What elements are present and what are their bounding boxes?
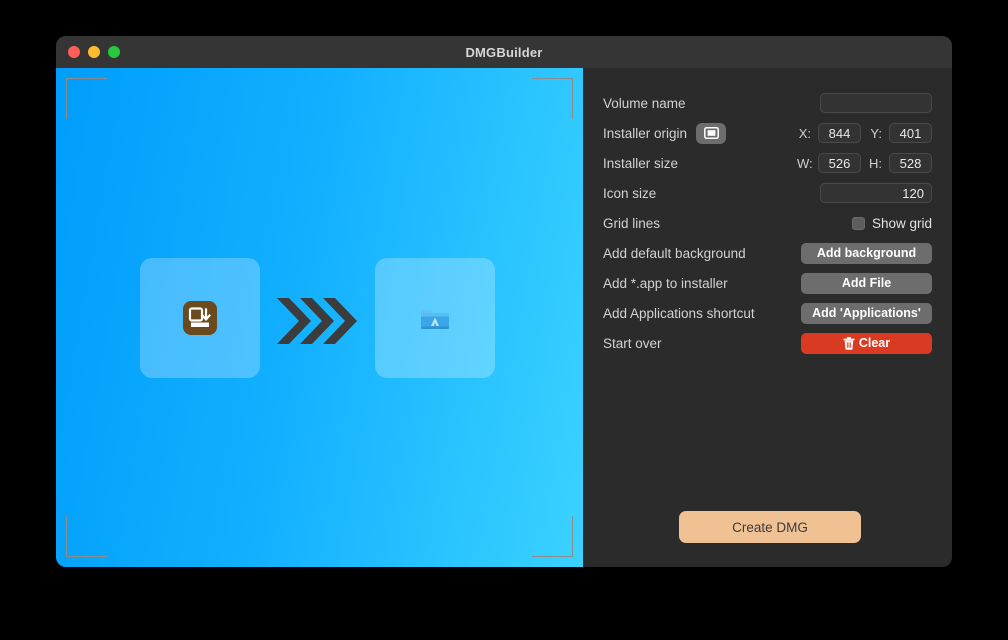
maximize-button[interactable] <box>108 46 120 58</box>
installer-size-label: Installer size <box>603 156 678 171</box>
installer-origin-label: Installer origin <box>603 126 687 141</box>
display-screen-icon <box>704 127 719 139</box>
icon-size-input[interactable]: 120 <box>820 183 932 203</box>
add-app-icon <box>182 300 218 336</box>
start-over-label: Start over <box>603 336 662 351</box>
add-background-button[interactable]: Add background <box>801 243 932 264</box>
crop-mark-bottom-left <box>66 516 107 557</box>
size-h-input[interactable]: 528 <box>889 153 932 173</box>
origin-y-input[interactable]: 401 <box>889 123 932 143</box>
row-volume-name: Volume name <box>603 88 932 118</box>
clear-button-label: Clear <box>859 336 890 350</box>
clear-button[interactable]: Clear <box>801 333 932 354</box>
triple-chevron-right-icon <box>275 296 357 346</box>
origin-y-label: Y: <box>868 126 882 141</box>
show-grid-checkbox[interactable] <box>852 217 865 230</box>
app-window: DMGBuilder <box>56 36 952 567</box>
add-background-label: Add default background <box>603 246 746 261</box>
close-button[interactable] <box>68 46 80 58</box>
crop-mark-top-left <box>66 78 107 119</box>
installer-origin-display-button[interactable] <box>696 123 726 144</box>
crop-mark-top-right <box>532 78 573 119</box>
size-h-label: H: <box>868 156 882 171</box>
settings-panel: Volume name Installer origin X: 844 <box>583 68 952 567</box>
row-add-applications: Add Applications shortcut Add 'Applicati… <box>603 298 932 328</box>
row-icon-size: Icon size 120 <box>603 178 932 208</box>
app-drop-slot[interactable] <box>140 258 260 378</box>
icon-size-label: Icon size <box>603 186 656 201</box>
size-w-label: W: <box>797 156 811 171</box>
show-grid-label: Show grid <box>872 216 932 231</box>
row-add-app: Add *.app to installer Add File <box>603 268 932 298</box>
add-file-button[interactable]: Add File <box>801 273 932 294</box>
applications-folder-icon <box>417 300 453 336</box>
row-installer-origin: Installer origin X: 844 Y: 401 <box>603 118 932 148</box>
window-title: DMGBuilder <box>465 45 542 60</box>
origin-x-label: X: <box>797 126 811 141</box>
create-dmg-button[interactable]: Create DMG <box>679 511 861 543</box>
traffic-light-buttons <box>68 36 120 68</box>
volume-name-label: Volume name <box>603 96 686 111</box>
add-applications-label: Add Applications shortcut <box>603 306 755 321</box>
grid-lines-label: Grid lines <box>603 216 660 231</box>
trash-icon <box>843 337 855 350</box>
add-app-label: Add *.app to installer <box>603 276 728 291</box>
title-bar: DMGBuilder <box>56 36 952 68</box>
dmg-preview-canvas[interactable] <box>56 68 583 567</box>
volume-name-input[interactable] <box>820 93 932 113</box>
add-applications-button[interactable]: Add 'Applications' <box>801 303 932 324</box>
size-w-input[interactable]: 526 <box>818 153 861 173</box>
minimize-button[interactable] <box>88 46 100 58</box>
window-body: Volume name Installer origin X: 844 <box>56 68 952 567</box>
row-installer-size: Installer size W: 526 H: 528 <box>603 148 932 178</box>
applications-shortcut-slot[interactable] <box>375 258 495 378</box>
origin-x-input[interactable]: 844 <box>818 123 861 143</box>
crop-mark-bottom-right <box>532 516 573 557</box>
row-start-over: Start over Clear <box>603 328 932 358</box>
row-grid-lines: Grid lines Show grid <box>603 208 932 238</box>
row-add-background: Add default background Add background <box>603 238 932 268</box>
